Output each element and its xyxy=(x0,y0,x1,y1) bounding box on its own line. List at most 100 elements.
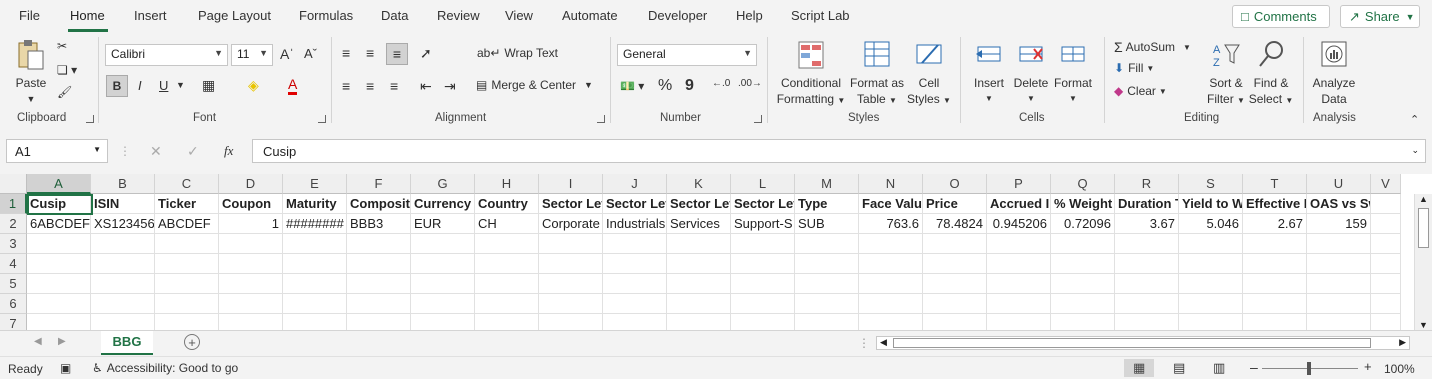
column-header-m[interactable]: M xyxy=(795,174,859,194)
align-center-icon[interactable]: ≡ xyxy=(366,78,374,94)
column-header-t[interactable]: T xyxy=(1243,174,1307,194)
copy-icon[interactable]: ❏ ▾ xyxy=(57,63,77,77)
vertical-scroll-thumb[interactable] xyxy=(1418,208,1429,248)
cell-l5[interactable] xyxy=(731,274,795,294)
analyze-data-button[interactable]: Analyze Data xyxy=(1310,39,1358,107)
cell-o6[interactable] xyxy=(923,294,987,314)
cell-v3[interactable] xyxy=(1371,234,1401,254)
cell-o5[interactable] xyxy=(923,274,987,294)
column-header-s[interactable]: S xyxy=(1179,174,1243,194)
cell-a6[interactable] xyxy=(27,294,91,314)
cell-m6[interactable] xyxy=(795,294,859,314)
cell-n6[interactable] xyxy=(859,294,923,314)
cell-a3[interactable] xyxy=(27,234,91,254)
cell-o3[interactable] xyxy=(923,234,987,254)
cell-u1[interactable]: OAS vs Swap xyxy=(1307,194,1371,214)
column-header-n[interactable]: N xyxy=(859,174,923,194)
cell-r3[interactable] xyxy=(1115,234,1179,254)
scroll-left-icon[interactable]: ◀ xyxy=(880,337,887,348)
cell-j3[interactable] xyxy=(603,234,667,254)
bold-button[interactable]: B xyxy=(106,75,128,97)
cell-s4[interactable] xyxy=(1179,254,1243,274)
cell-i1[interactable]: Sector Level xyxy=(539,194,603,214)
collapse-ribbon-icon[interactable]: ⌃ xyxy=(1410,113,1419,126)
cell-t2[interactable]: 2.67 xyxy=(1243,214,1307,234)
conditional-formatting-button[interactable]: Conditional Formatting ▼ xyxy=(776,39,846,109)
cell-v5[interactable] xyxy=(1371,274,1401,294)
cell-styles-button[interactable]: Cell Styles ▼ xyxy=(906,39,952,109)
cell-f5[interactable] xyxy=(347,274,411,294)
cell-l6[interactable] xyxy=(731,294,795,314)
tab-page-layout[interactable]: Page Layout xyxy=(198,8,271,23)
zoom-level[interactable]: 100% xyxy=(1384,362,1415,376)
decrease-font-icon[interactable]: Aˇ xyxy=(304,46,317,61)
row-header-5[interactable]: 5 xyxy=(0,274,27,294)
cell-f6[interactable] xyxy=(347,294,411,314)
insert-function-button[interactable]: fx xyxy=(224,143,233,159)
cell-o2[interactable]: 78.4824 xyxy=(923,214,987,234)
column-header-l[interactable]: L xyxy=(731,174,795,194)
cell-b7[interactable] xyxy=(91,314,155,330)
font-size-select[interactable]: 11 ▼ xyxy=(231,44,273,66)
cell-p4[interactable] xyxy=(987,254,1051,274)
cell-f3[interactable] xyxy=(347,234,411,254)
comments-button[interactable]: □ Comments xyxy=(1232,5,1330,28)
cell-e3[interactable] xyxy=(283,234,347,254)
cell-q4[interactable] xyxy=(1051,254,1115,274)
column-header-d[interactable]: D xyxy=(219,174,283,194)
cell-f4[interactable] xyxy=(347,254,411,274)
tab-script-lab[interactable]: Script Lab xyxy=(791,8,850,23)
comma-style-button[interactable]: 9 xyxy=(685,77,694,95)
scroll-right-icon[interactable]: ▶ xyxy=(58,336,66,347)
tab-view[interactable]: View xyxy=(505,8,533,23)
cell-a5[interactable] xyxy=(27,274,91,294)
cell-j7[interactable] xyxy=(603,314,667,330)
percent-style-button[interactable]: % xyxy=(658,77,672,95)
cell-v7[interactable] xyxy=(1371,314,1401,330)
cell-k2[interactable]: Services xyxy=(667,214,731,234)
cell-r5[interactable] xyxy=(1115,274,1179,294)
autosum-button[interactable]: Σ AutoSum ▼ xyxy=(1114,39,1191,55)
cell-s5[interactable] xyxy=(1179,274,1243,294)
cell-b6[interactable] xyxy=(91,294,155,314)
tab-review[interactable]: Review xyxy=(437,8,480,23)
cell-c2[interactable]: ABCDEF xyxy=(155,214,219,234)
column-header-j[interactable]: J xyxy=(603,174,667,194)
column-header-c[interactable]: C xyxy=(155,174,219,194)
number-launcher-icon[interactable] xyxy=(754,115,762,123)
row-header-2[interactable]: 2 xyxy=(0,214,27,234)
increase-indent-icon[interactable]: ⇥ xyxy=(444,78,456,95)
page-break-view-icon[interactable]: ▥ xyxy=(1213,360,1225,376)
font-launcher-icon[interactable] xyxy=(318,115,326,123)
cell-l7[interactable] xyxy=(731,314,795,330)
worksheet-grid[interactable]: A B C D E F G H I J K L M N O P Q R S T U V 1 Cusip ISIN Ticker Co… xyxy=(0,174,1432,330)
zoom-slider-thumb[interactable] xyxy=(1307,362,1311,375)
cell-n5[interactable] xyxy=(859,274,923,294)
row-header-3[interactable]: 3 xyxy=(0,234,27,254)
cell-g5[interactable] xyxy=(411,274,475,294)
macro-record-icon[interactable]: ▣ xyxy=(60,361,71,375)
cell-h5[interactable] xyxy=(475,274,539,294)
cell-r1[interactable]: Duration T xyxy=(1115,194,1179,214)
cell-i2[interactable]: Corporate xyxy=(539,214,603,234)
accessibility-button[interactable]: ♿ Accessibility: Good to go xyxy=(92,361,238,375)
cell-r4[interactable] xyxy=(1115,254,1179,274)
decrease-decimal-icon[interactable]: .00→ xyxy=(738,78,762,89)
share-button[interactable]: ↗ Share ▼ xyxy=(1340,5,1420,28)
cell-u2[interactable]: 159 xyxy=(1307,214,1371,234)
cell-g6[interactable] xyxy=(411,294,475,314)
cell-s7[interactable] xyxy=(1179,314,1243,330)
increase-decimal-icon[interactable]: ←.0 xyxy=(712,78,730,89)
tab-data[interactable]: Data xyxy=(381,8,408,23)
cell-d5[interactable] xyxy=(219,274,283,294)
cell-j6[interactable] xyxy=(603,294,667,314)
paste-button[interactable]: Paste ▼ xyxy=(12,39,50,107)
cell-c7[interactable] xyxy=(155,314,219,330)
cell-o4[interactable] xyxy=(923,254,987,274)
sheet-tab-bbg[interactable]: BBG xyxy=(101,331,153,355)
wrap-text-button[interactable]: ab↵ Wrap Text xyxy=(477,46,558,60)
cell-v4[interactable] xyxy=(1371,254,1401,274)
cell-q5[interactable] xyxy=(1051,274,1115,294)
cell-a7[interactable] xyxy=(27,314,91,330)
accounting-format-icon[interactable]: 💵 ▾ xyxy=(620,79,644,93)
